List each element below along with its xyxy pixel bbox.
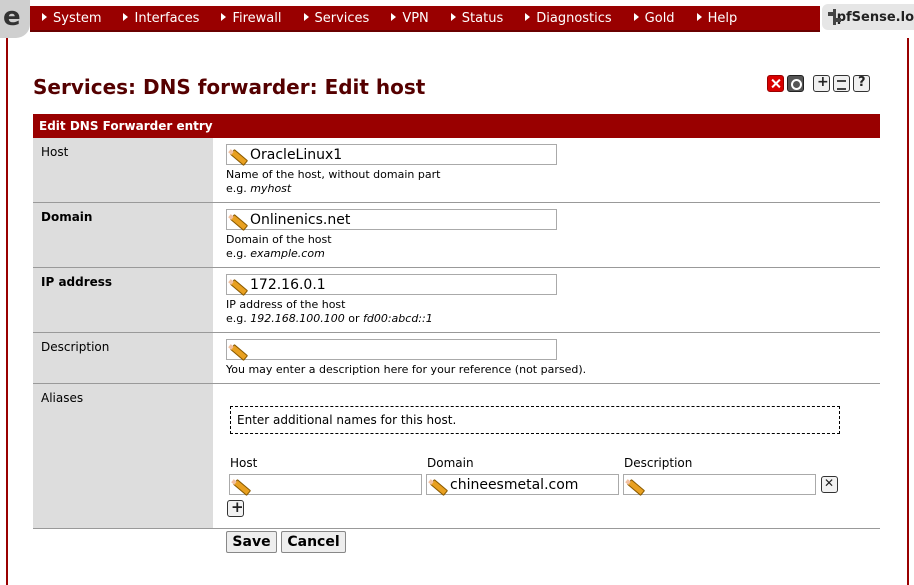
description-input[interactable] [226,339,557,360]
alias-delete-icon[interactable] [821,476,838,493]
pencil-icon [429,476,447,494]
ip-example: e.g. 192.168.100.100 or fd00:abcd::1 [226,312,433,325]
title-toolbar [767,74,870,92]
domain-input[interactable]: Onlinenics.net [226,209,557,230]
add-icon[interactable] [813,74,830,92]
triangle-right-icon [450,12,456,21]
pfsense-logo: e [0,0,30,38]
cancel-button[interactable]: Cancel [281,531,346,553]
main-nav: System Interfaces Firewall Services VPN … [30,6,820,32]
pencil-icon [229,276,247,294]
triangle-right-icon [633,12,639,21]
pencil-icon [229,341,247,359]
nav-help[interactable]: Help [696,11,737,26]
triangle-right-icon [525,12,531,21]
triangle-right-icon [696,12,702,21]
pencil-icon [626,476,644,494]
ip-label: IP address [33,268,213,332]
nav-gold[interactable]: Gold [633,11,675,26]
nav-vpn[interactable]: VPN [391,11,429,26]
domain-label: Domain [33,203,213,267]
triangle-right-icon [123,12,129,21]
host-label: Host [33,138,213,202]
nav-system[interactable]: System [42,11,101,26]
host-input[interactable]: OracleLinux1 [226,144,557,165]
top-bar: e System Interfaces Firewall Services VP… [0,0,914,38]
domain-hint: Domain of the host [226,233,332,246]
frame-left-border [6,38,8,585]
network-icon [828,9,841,25]
description-label: Description [33,333,213,383]
row-host: Host OracleLinux1 Name of the host, with… [33,138,880,203]
row-domain: Domain Onlinenics.net Domain of the host… [33,203,880,268]
triangle-right-icon [391,12,397,21]
ip-hint: IP address of the host [226,298,346,311]
frame-right-border [907,38,909,585]
nav-firewall[interactable]: Firewall [221,11,282,26]
triangle-right-icon [303,12,309,21]
close-icon[interactable] [767,75,784,92]
nav-interfaces[interactable]: Interfaces [123,11,199,26]
alias-col-host: Host [230,456,258,470]
pencil-icon [229,211,247,229]
nav-services[interactable]: Services [303,11,369,26]
triangle-right-icon [221,12,227,21]
save-button[interactable]: Save [226,531,277,553]
aliases-info: Enter additional names for this host. [230,406,840,434]
help-icon[interactable] [853,75,870,92]
alias-add-icon[interactable] [227,498,244,517]
alias-host-input[interactable] [229,474,422,495]
pencil-icon [229,146,247,164]
refresh-icon[interactable] [787,75,804,92]
triangle-right-icon [42,12,47,21]
alias-domain-input[interactable]: chineesmetal.com [426,474,619,495]
nav-status[interactable]: Status [450,11,503,26]
description-hint: You may enter a description here for you… [226,363,587,376]
aliases-label: Aliases [33,384,213,528]
ip-input[interactable]: 172.16.0.1 [226,274,557,295]
alias-col-domain: Domain [427,456,474,470]
host-brand[interactable]: pfSense.lo [822,4,914,30]
domain-example: e.g. example.com [226,247,325,260]
pencil-icon [232,476,250,494]
alias-col-description: Description [624,456,693,470]
nav-diagnostics[interactable]: Diagnostics [525,11,612,26]
form-header: Edit DNS Forwarder entry [33,114,880,138]
page-title: Services: DNS forwarder: Edit host [33,75,426,99]
row-ip: IP address 172.16.0.1 IP address of the … [33,268,880,333]
host-hint: Name of the host, without domain part [226,168,441,181]
row-description: Description You may enter a description … [33,333,880,384]
list-icon[interactable] [833,75,850,92]
alias-description-input[interactable] [623,474,816,495]
host-example: e.g. myhost [226,182,292,195]
